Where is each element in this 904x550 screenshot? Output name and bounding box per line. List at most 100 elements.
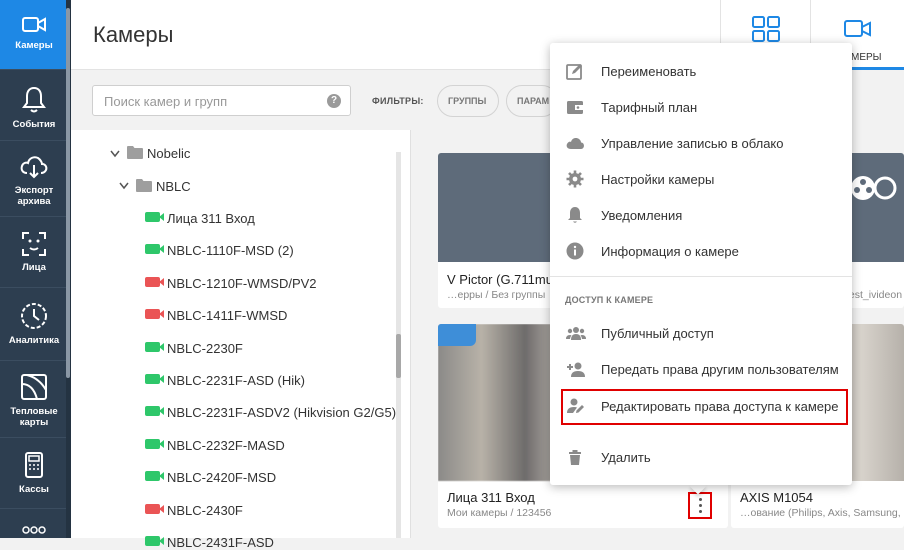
search-placeholder: Поиск камер и групп	[104, 94, 228, 109]
more-apps-icon	[22, 526, 46, 534]
menu-item-label: Уведомления	[601, 208, 683, 223]
tree-camera-item[interactable]: NBLC-1210F-WMSD/PV2	[167, 276, 317, 291]
search-input[interactable]: Поиск камер и групп ?	[92, 85, 351, 116]
cloud-download-icon	[20, 156, 48, 179]
person-add-icon	[567, 362, 585, 377]
sidebar-item-cameras[interactable]: Камеры	[0, 0, 68, 70]
tree-camera-item[interactable]: NBLC-2420F-MSD	[167, 470, 276, 485]
sidebar-item-label: Лица	[22, 262, 46, 273]
sidebar-item-label: Камеры	[15, 40, 53, 51]
camera-view-icon	[844, 20, 871, 37]
tree-camera-item[interactable]: NBLC-2231F-ASD (Hik)	[167, 373, 305, 388]
sidebar-item-events[interactable]: События	[0, 71, 68, 141]
pencil-icon	[566, 64, 582, 80]
camera-card-subtitle: …ерры / Без группы	[447, 289, 546, 301]
camera-online-icon	[145, 244, 164, 254]
camera-offline-icon	[145, 277, 164, 287]
bell-icon	[22, 86, 46, 113]
camera-online-icon	[145, 406, 164, 416]
tree-folder-label[interactable]: NBLC	[156, 179, 191, 194]
chevron-down-icon[interactable]	[119, 182, 129, 190]
sidebar-item-label: События	[12, 119, 56, 130]
kebab-dot	[699, 504, 702, 507]
camera-card-title: V Pictor (G.711mu	[447, 272, 553, 287]
menu-item-camera-settings[interactable]: Настройки камеры	[550, 161, 852, 197]
tree-camera-item[interactable]: NBLC-2230F	[167, 341, 243, 356]
sidebar-item-heatmaps[interactable]: Тепловые карты	[0, 362, 68, 438]
menu-item-label: Тарифный план	[601, 100, 698, 115]
sidebar-item-label: Кассы	[19, 484, 49, 495]
folder-icon	[127, 146, 143, 159]
camera-online-icon	[145, 342, 164, 352]
menu-item-delete[interactable]: Удалить	[550, 439, 852, 475]
camera-card-subtitle: …ование (Philips, Axis, Samsung,	[740, 507, 901, 519]
info-icon	[566, 242, 584, 260]
tree-camera-item[interactable]: Лица 311 Вход	[167, 211, 255, 226]
camera-online-icon	[145, 212, 164, 222]
tree-camera-item[interactable]: NBLC-2431F-ASD	[167, 535, 274, 550]
highlight-box	[561, 389, 848, 425]
menu-item-cloud-recording[interactable]: Управление записью в облако	[550, 125, 852, 161]
menu-item-label: Информация о камере	[601, 244, 739, 259]
camera-card-title: Лица 311 Вход	[447, 490, 535, 505]
camera-card-subtitle: test_ivideon	[846, 289, 903, 301]
menu-item-notifications[interactable]: Уведомления	[550, 197, 852, 233]
sidebar-scroll-thumb[interactable]	[66, 8, 70, 378]
camera-badge	[438, 324, 476, 346]
sidebar-item-cash[interactable]: Кассы	[0, 439, 68, 509]
trash-icon	[569, 450, 581, 465]
filters-label: ФИЛЬТРЫ:	[372, 96, 424, 106]
menu-item-label: Передать права другим пользователям	[601, 362, 839, 377]
tree-camera-item[interactable]: NBLC-2430F	[167, 503, 243, 518]
filter-chip-groups[interactable]: ГРУППЫ	[437, 85, 499, 117]
wallet-icon	[567, 101, 583, 114]
chevron-down-icon[interactable]	[110, 150, 120, 158]
menu-section-title: ДОСТУП К КАМЕРЕ	[565, 295, 654, 305]
tree-camera-item[interactable]: NBLC-2231F-ASDV2 (Hikvision G2/G5)	[167, 405, 396, 420]
card-more-button[interactable]	[688, 492, 712, 519]
cloud-icon	[566, 138, 584, 149]
camera-view-label: МЕРЫ	[851, 52, 882, 63]
folder-icon	[136, 179, 152, 192]
analytics-icon	[21, 303, 47, 329]
kebab-dot	[699, 510, 702, 513]
menu-item-tariff[interactable]: Тарифный план	[550, 89, 852, 125]
menu-item-public-access[interactable]: Публичный доступ	[550, 315, 852, 351]
camera-online-icon	[145, 471, 164, 481]
menu-item-label: Настройки камеры	[601, 172, 715, 187]
menu-item-label: Удалить	[601, 450, 651, 465]
help-icon[interactable]: ?	[327, 94, 341, 108]
bell-icon	[568, 207, 582, 223]
tree-camera-item[interactable]: NBLC-1411F-WMSD	[167, 308, 287, 323]
sidebar-item-label: Экспорт архива	[14, 185, 54, 207]
sidebar-item-more[interactable]	[0, 510, 68, 538]
kebab-dot	[699, 498, 702, 501]
sidebar: Камеры События Экспорт архива Лица Аналит…	[0, 0, 71, 538]
menu-item-label: Управление записью в облако	[601, 136, 784, 151]
people-icon	[566, 327, 586, 340]
camera-card-subtitle: Мои камеры / 123456	[447, 507, 552, 519]
page-title: Камеры	[93, 22, 174, 47]
menu-item-transfer-rights[interactable]: Передать права другим пользователям	[550, 351, 852, 387]
cash-register-icon	[25, 452, 43, 478]
menu-divider	[550, 276, 852, 277]
tree-scroll-thumb[interactable]	[396, 334, 401, 378]
face-scan-icon	[22, 232, 46, 256]
menu-item-rename[interactable]: Переименовать	[550, 53, 852, 89]
tree-camera-item[interactable]: NBLC-1110F-MSD (2)	[167, 243, 294, 258]
sidebar-item-export[interactable]: Экспорт архива	[0, 142, 68, 217]
menu-item-label: Публичный доступ	[601, 326, 714, 341]
menu-item-label: Переименовать	[601, 64, 697, 79]
sidebar-item-label: Аналитика	[8, 335, 60, 346]
grid-view-icon	[752, 16, 780, 42]
tree-folder-label[interactable]: Nobelic	[147, 146, 190, 161]
camera-card-title: AXIS M1054	[740, 490, 813, 505]
tree-camera-item[interactable]: NBLC-2232F-MASD	[167, 438, 285, 453]
heatmap-icon	[21, 374, 47, 400]
sidebar-item-faces[interactable]: Лица	[0, 218, 68, 288]
sidebar-item-analytics[interactable]: Аналитика	[0, 289, 68, 361]
camera-online-icon	[145, 374, 164, 384]
sidebar-item-label: Тепловые карты	[10, 406, 58, 428]
menu-item-camera-info[interactable]: Информация о камере	[550, 233, 852, 269]
gear-icon	[566, 170, 584, 188]
